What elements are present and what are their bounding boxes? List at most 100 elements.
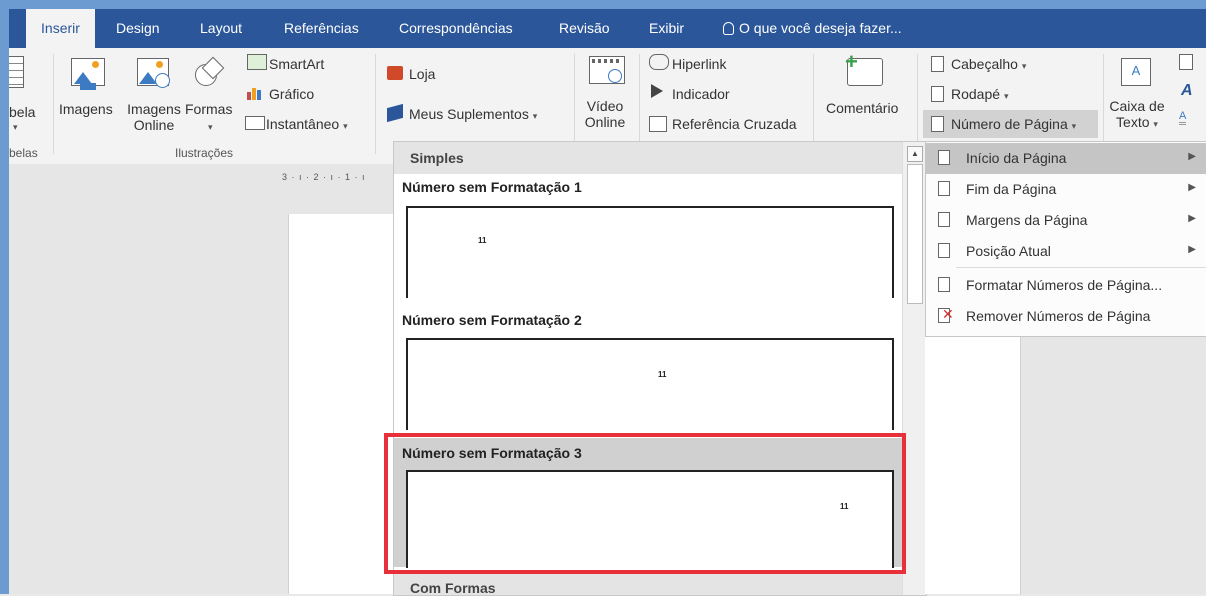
imagens-online-line2: Online [133,117,175,133]
menu-item-fim-da-pagina[interactable]: Fim da Página ▶ [926,174,1206,205]
tab-layout[interactable]: Layout [200,9,242,48]
table-icon [9,56,24,88]
page-number-sample: 11 [478,236,487,245]
numero-de-pagina-label-wrap[interactable]: Número de Página ▾ [951,116,1076,132]
instantaneo-label: Instantâneo [266,116,340,132]
cross-reference-icon [649,116,667,132]
group-separator [53,54,54,154]
my-addins-icon [387,103,403,123]
quick-parts-icon[interactable] [1179,54,1193,70]
tell-me-text: O que você deseja fazer... [739,20,902,36]
menu-item-margens-da-pagina[interactable]: Margens da Página ▶ [926,205,1206,236]
tabela-dropdown-arrow[interactable]: ▾ [13,122,18,133]
menu-separator [956,267,1206,268]
bookmark-flag-icon [651,84,663,98]
meus-suplementos-label: Meus Suplementos [409,106,529,122]
screenshot-icon [245,116,265,130]
menu-item-inicio-da-pagina[interactable]: Início da Página ▶ [926,143,1206,174]
smartart-button[interactable]: SmartArt [269,56,324,72]
gallery-item-preview-1[interactable]: 11 [406,206,894,298]
tab-exibir[interactable]: Exibir [649,9,684,48]
tab-design[interactable]: Design [116,9,160,48]
cabecalho-label: Cabeçalho [951,56,1018,72]
gallery-item-title-1[interactable]: Número sem Formatação 1 [402,179,582,195]
menu-item-label: Fim da Página [966,181,1057,197]
menu-item-label: Remover Números de Página [966,308,1151,324]
group-separator [375,54,376,154]
formas-dropdown-arrow[interactable]: ▾ [208,122,213,133]
grafico-button[interactable]: Gráfico [269,86,314,102]
imagens-online-button[interactable]: Imagens Online [122,101,186,133]
online-pictures-icon [137,58,170,88]
document-page-right [925,335,1021,594]
meus-suplementos-button[interactable]: Meus Suplementos ▾ [409,106,537,122]
comentario-button[interactable]: Comentário [826,100,898,116]
gallery-header-label: Simples [410,150,464,166]
chart-icon [247,86,263,100]
format-page-numbers-icon [938,277,950,292]
gallery-item-title-2[interactable]: Número sem Formatação 2 [402,312,582,328]
tab-referencias[interactable]: Referências [284,9,359,48]
loja-button[interactable]: Loja [409,66,435,82]
caixa-de-texto-button[interactable]: Caixa de Texto ▾ [1107,98,1167,130]
chevron-right-icon: ▶ [1188,151,1196,162]
caixa-de-texto-line1: Caixa de [1109,98,1165,114]
tabela-button[interactable]: bela [9,104,35,120]
hiperlink-button[interactable]: Hiperlink [672,56,726,72]
instantaneo-button[interactable]: Instantâneo ▾ [266,116,348,132]
menu-item-label: Margens da Página [966,212,1088,228]
comment-icon: + [845,51,883,86]
tell-me-box[interactable]: O que você deseja fazer... [723,9,902,48]
scroll-up-arrow[interactable]: ▲ [907,146,923,162]
video-online-line1: Vídeo [586,98,624,114]
shapes-icon [195,56,225,86]
tab-correspondencias[interactable]: Correspondências [399,9,513,48]
page-number-submenu: Início da Página ▶ Fim da Página ▶ Marge… [925,141,1206,337]
document-background-right [925,335,1206,594]
store-icon [387,66,403,80]
gallery-section-header: Simples [394,142,902,174]
gallery-section-footer: Com Formas [394,574,902,595]
page-number-icon [931,116,944,132]
gallery-item-preview-2[interactable]: 11 [406,338,894,430]
menu-item-label: Formatar Números de Página... [966,277,1163,293]
tab-revisao[interactable]: Revisão [559,9,610,48]
video-online-button[interactable]: Vídeo Online [579,98,631,130]
group-separator [1103,54,1104,154]
page-margins-icon [938,212,950,227]
video-online-line2: Online [584,114,626,130]
textbox-icon: A [1121,58,1151,86]
ilustracoes-group-label: Ilustrações [175,146,234,160]
header-icon [931,56,944,72]
drop-cap-icon[interactable]: A [1179,110,1187,125]
pictures-icon [71,58,105,90]
group-separator [917,54,918,154]
page-bottom-icon [938,181,950,196]
scroll-thumb[interactable] [907,164,923,304]
indicador-button[interactable]: Indicador [672,86,730,102]
formas-button[interactable]: Formas [185,101,232,117]
imagens-online-line1: Imagens [127,101,181,117]
imagens-button[interactable]: Imagens [59,101,113,117]
page-top-icon [938,150,950,165]
hyperlink-icon [649,54,669,70]
wordart-icon[interactable]: A [1181,82,1193,100]
rodape-button[interactable]: Rodapé ▾ [951,86,1008,102]
menu-item-posicao-atual[interactable]: Posição Atual ▶ [926,236,1206,267]
group-separator [574,54,575,154]
group-separator [813,54,814,154]
ruler: 3 · ı · 2 · ı · 1 · ı [282,172,366,182]
lightbulb-icon [723,22,734,35]
numero-de-pagina-label: Número de Página [951,116,1068,132]
menu-item-label: Início da Página [966,150,1067,166]
page-number-sample: 11 [658,370,667,379]
menu-item-label: Posição Atual [966,243,1051,259]
referencia-cruzada-button[interactable]: Referência Cruzada [672,116,797,132]
menu-item-remover-numeros[interactable]: ✕ Remover Números de Página [926,301,1206,332]
menu-item-formatar-numeros[interactable]: Formatar Números de Página... [926,270,1206,301]
online-video-icon [589,56,625,84]
chevron-right-icon: ▶ [1188,244,1196,255]
rodape-label: Rodapé [951,86,1001,102]
cabecalho-button[interactable]: Cabeçalho ▾ [951,56,1026,72]
tab-inserir[interactable]: Inserir [26,9,95,48]
